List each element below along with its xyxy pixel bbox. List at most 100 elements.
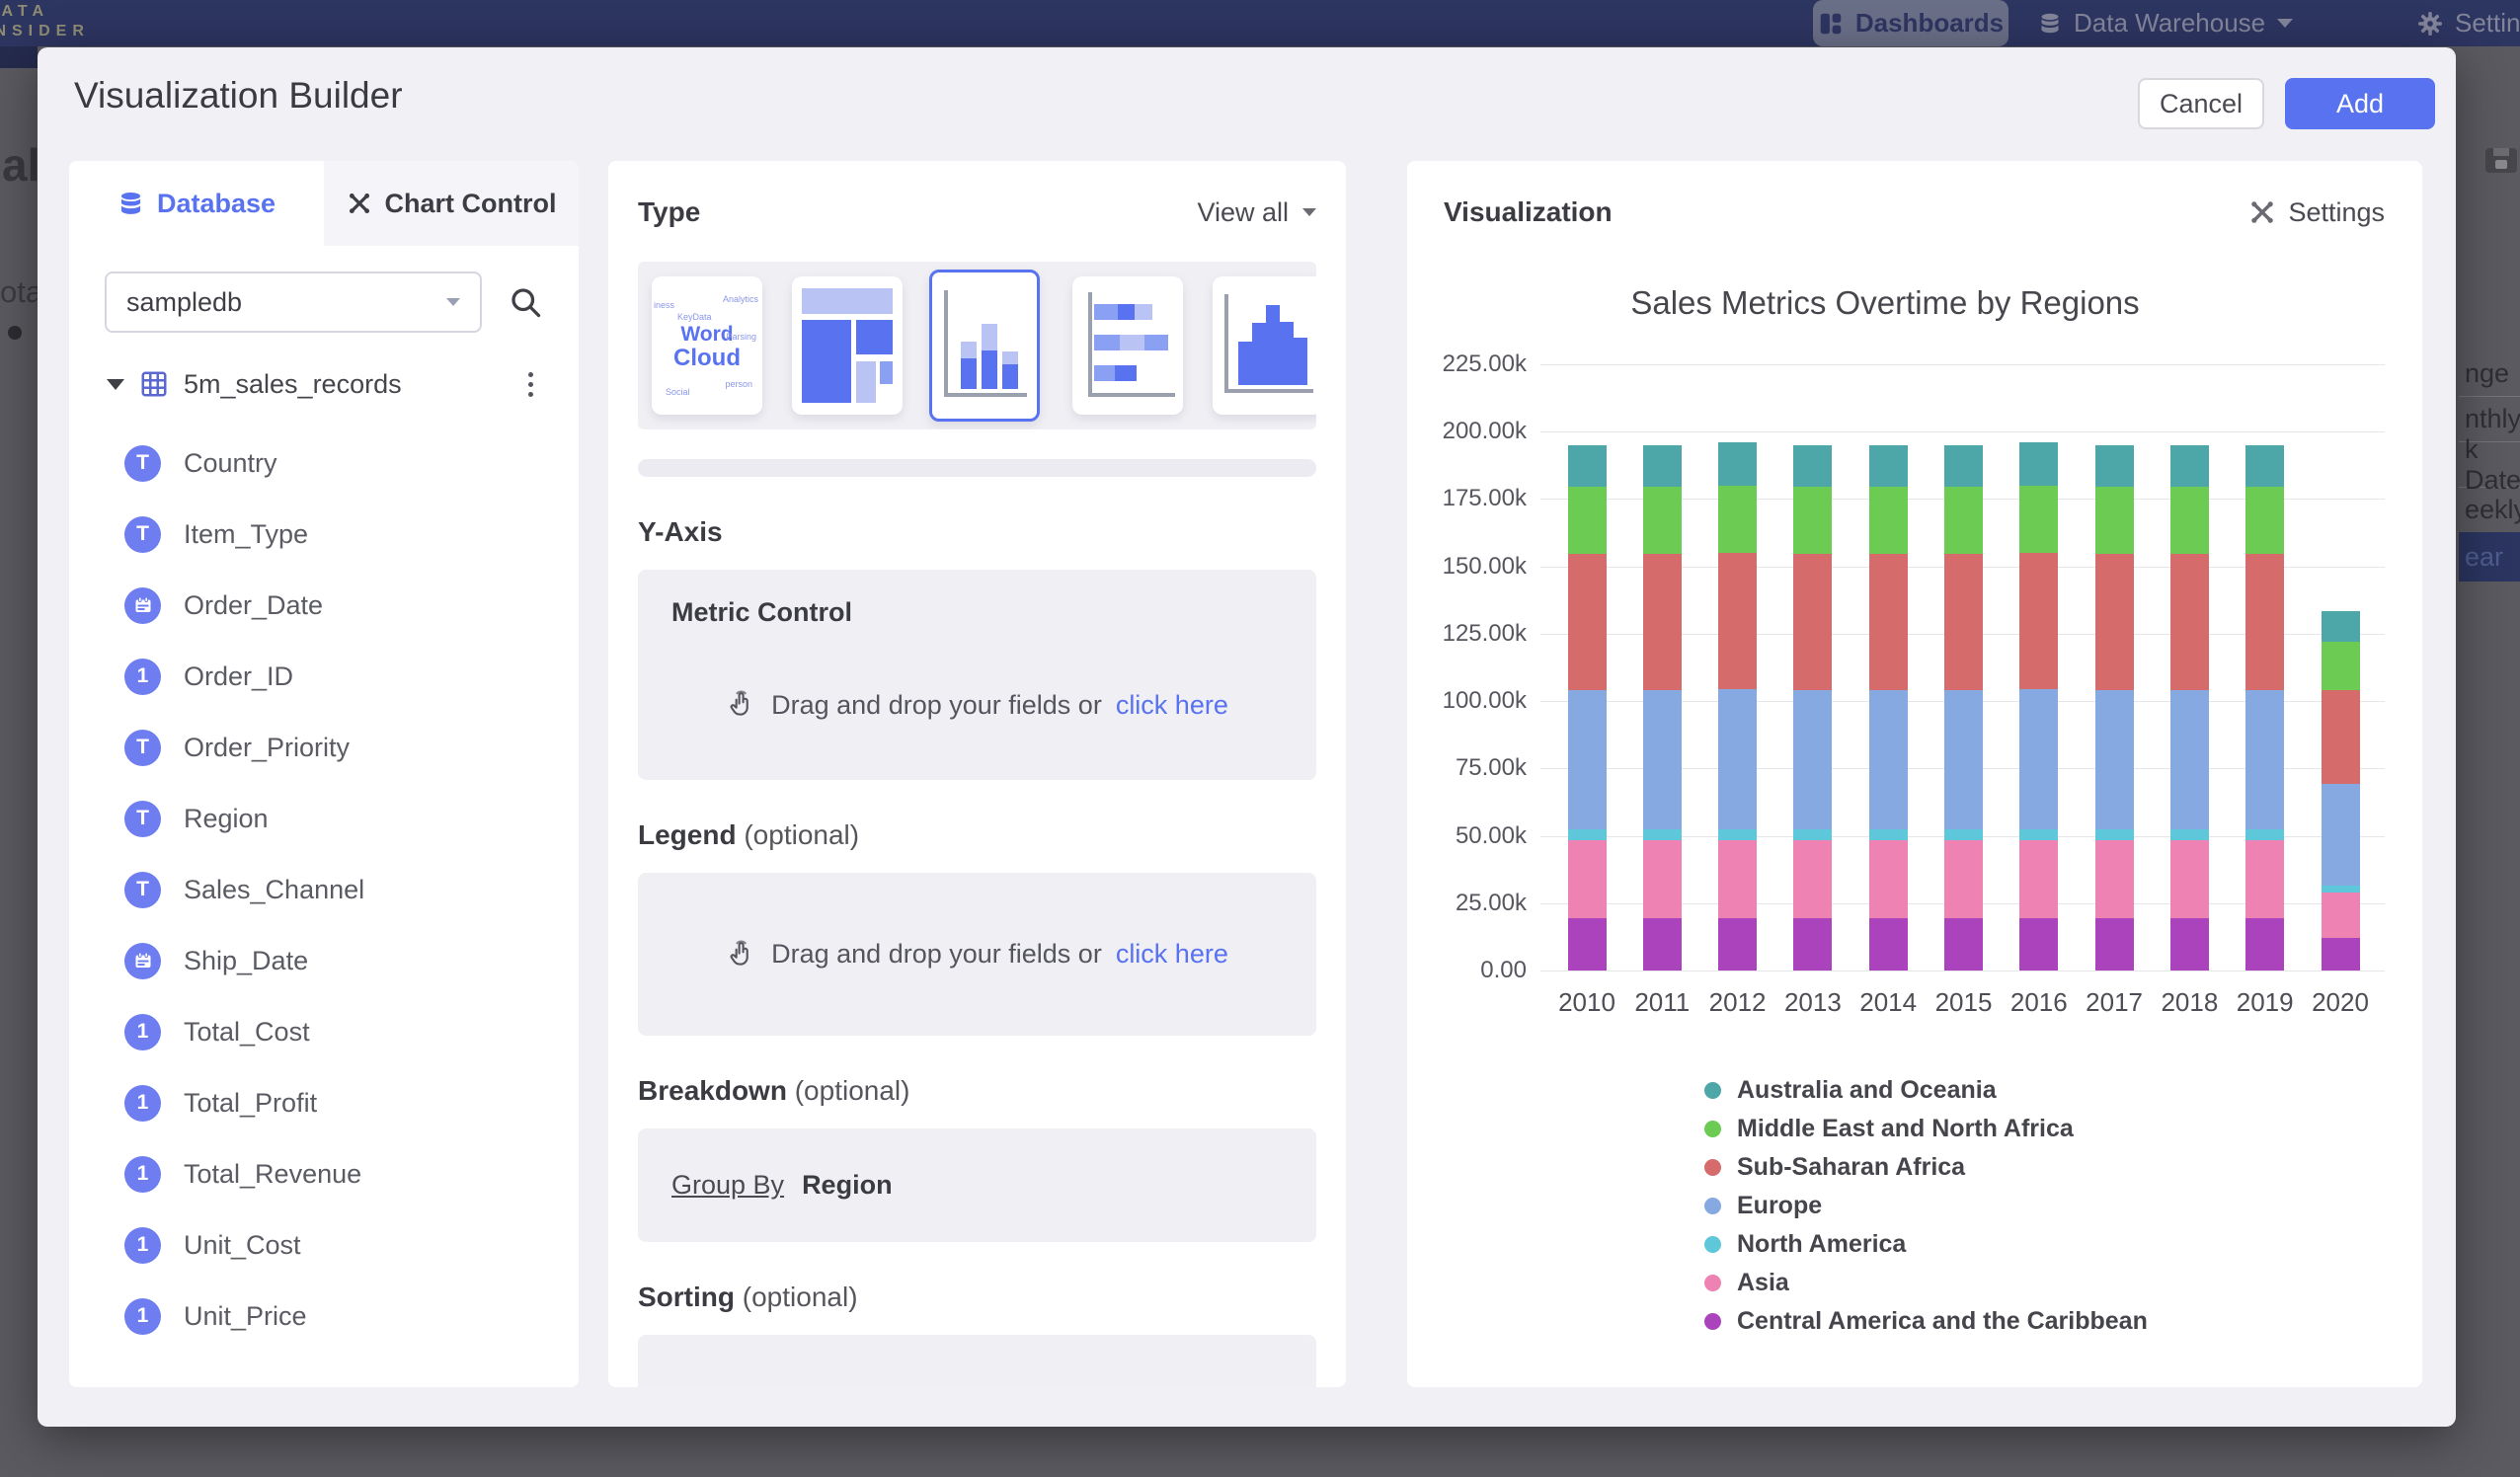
y-axis-tick-label: 0.00 — [1408, 957, 1527, 984]
add-button[interactable]: Add — [2285, 78, 2435, 129]
metric-control-title: Metric Control — [671, 597, 1283, 628]
group-by-link[interactable]: Group By — [671, 1170, 784, 1201]
field-item-total_profit[interactable]: 1Total_Profit — [69, 1067, 579, 1138]
type-strip-scrollbar[interactable] — [638, 459, 1316, 477]
kebab-menu-icon[interactable] — [520, 368, 541, 401]
nav-data-warehouse[interactable]: Data Warehouse — [2038, 0, 2293, 46]
breakdown-dropzone[interactable]: Group By Region — [638, 1128, 1316, 1242]
field-item-order_date[interactable]: Order_Date — [69, 570, 579, 641]
bar-segment — [2322, 611, 2360, 642]
bar-segment — [1944, 487, 1983, 554]
bar-segment — [1643, 690, 1682, 829]
legend-item[interactable]: Middle East and North Africa — [1704, 1110, 2148, 1148]
view-all-dropdown[interactable]: View all — [1197, 197, 1316, 228]
bar-segment — [2019, 689, 2058, 829]
bar-segment — [2095, 918, 2134, 971]
tab-database[interactable]: Database — [69, 161, 324, 246]
legend-item[interactable]: North America — [1704, 1225, 2148, 1264]
legend-item[interactable]: Sub-Saharan Africa — [1704, 1148, 2148, 1187]
bar-segment — [2322, 893, 2360, 938]
search-icon[interactable] — [508, 284, 543, 320]
legend-dot — [1704, 1121, 1721, 1137]
field-item-total_revenue[interactable]: 1Total_Revenue — [69, 1138, 579, 1209]
sorting-dropzone[interactable]: Data Range Ascending — [638, 1335, 1316, 1387]
field-item-total_cost[interactable]: 1Total_Cost — [69, 996, 579, 1067]
chart-type-stacked-column-selected[interactable] — [929, 270, 1040, 422]
field-item-order_id[interactable]: 1Order_ID — [69, 641, 579, 712]
legend-item[interactable]: Australia and Oceania — [1704, 1071, 2148, 1110]
bar-segment — [2245, 445, 2284, 487]
bar-segment — [1718, 829, 1757, 840]
metric-control-dropzone[interactable]: Metric Control Drag and drop your fields… — [638, 570, 1316, 780]
visualization-builder-modal: Visualization Builder Cancel Add Databas… — [38, 47, 2456, 1427]
cancel-button[interactable]: Cancel — [2138, 78, 2264, 129]
nav-settings-label: Settings — [2455, 8, 2520, 39]
chart-type-treemap[interactable] — [792, 276, 903, 415]
caret-down-icon[interactable] — [107, 379, 124, 390]
legend-label: Europe — [1737, 1192, 1822, 1220]
y-axis-tick-label: 75.00k — [1408, 754, 1527, 782]
bar-segment — [1718, 840, 1757, 918]
chart-type-column[interactable] — [1213, 276, 1316, 415]
chart-type-word-cloud[interactable]: iness Analytics KeyData Word Cloud Parsi… — [652, 276, 762, 415]
bar-segment — [1793, 554, 1832, 690]
table-tree-item[interactable]: 5m_sales_records — [69, 364, 579, 404]
dimmed-menu-item[interactable]: ear — [2459, 532, 2520, 582]
database-icon — [118, 191, 144, 217]
field-item-region[interactable]: TRegion — [69, 783, 579, 854]
logo-line-1: DATA — [0, 2, 90, 22]
bar-segment — [2019, 840, 2058, 918]
field-item-country[interactable]: TCountry — [69, 428, 579, 499]
app-logo[interactable]: DATA INSIDER — [0, 2, 90, 41]
dimmed-page-heading: al — [2, 138, 39, 192]
left-panel-tabs: Database Chart Control — [69, 161, 579, 246]
visualization-heading: Visualization — [1444, 196, 1613, 228]
database-select[interactable]: sampledb — [105, 272, 482, 333]
field-item-item_type[interactable]: TItem_Type — [69, 499, 579, 570]
drag-drop-text: Drag and drop your fields or — [771, 690, 1102, 721]
dimmed-page-subheading: ota — [0, 274, 42, 310]
click-here-link[interactable]: click here — [1116, 939, 1228, 970]
save-icon[interactable] — [2485, 148, 2517, 173]
tab-chart-control[interactable]: Chart Control — [324, 161, 579, 246]
click-here-link[interactable]: click here — [1116, 690, 1228, 721]
drag-drop-text: Drag and drop your fields or — [771, 939, 1102, 970]
bar-segment — [1869, 445, 1908, 487]
legend-item[interactable]: Asia — [1704, 1264, 2148, 1302]
field-item-sales_channel[interactable]: TSales_Channel — [69, 854, 579, 925]
field-item-unit_cost[interactable]: 1Unit_Cost — [69, 1209, 579, 1281]
y-axis-tick-label: 50.00k — [1408, 822, 1527, 850]
legend-item[interactable]: Europe — [1704, 1187, 2148, 1225]
logo-line-2: INSIDER — [0, 22, 90, 41]
x-axis-tick-label: 2010 — [1558, 987, 1615, 1018]
bar-segment — [1568, 840, 1607, 918]
bar-segment — [1944, 840, 1983, 918]
bar-segment — [2245, 487, 2284, 554]
stacked-bar-2014 — [1869, 445, 1908, 971]
y-axis-tick-label: 125.00k — [1408, 620, 1527, 648]
bar-segment — [1643, 918, 1682, 971]
chevron-down-icon — [1302, 208, 1316, 216]
modal-title: Visualization Builder — [74, 75, 403, 117]
chart-settings-button[interactable]: Settings — [2248, 197, 2385, 228]
chart-config-panel: Type View all iness Analytics KeyData — [608, 161, 1346, 1387]
field-item-unit_price[interactable]: 1Unit_Price — [69, 1281, 579, 1352]
text-type-icon: T — [124, 445, 161, 482]
chart-type-horizontal-stacked-bar[interactable] — [1072, 276, 1183, 415]
legend-dropzone[interactable]: Drag and drop your fields or click here — [638, 873, 1316, 1036]
field-item-order_priority[interactable]: TOrder_Priority — [69, 712, 579, 783]
legend-heading-label: Legend — [638, 819, 737, 850]
dimmed-menu-item[interactable]: k Date — [2459, 441, 2520, 487]
gear-icon — [2417, 11, 2443, 37]
date-type-icon — [124, 943, 161, 979]
nav-dashboards[interactable]: Dashboards — [1813, 0, 2008, 46]
bar-segment — [2322, 784, 2360, 885]
hand-click-icon — [726, 939, 757, 971]
nav-settings[interactable]: Settings — [2417, 0, 2520, 46]
field-label: Order_ID — [184, 661, 293, 692]
legend-item[interactable]: Central America and the Caribbean — [1704, 1302, 2148, 1341]
y-axis-tick-label: 25.00k — [1408, 890, 1527, 917]
field-item-ship_date[interactable]: Ship_Date — [69, 925, 579, 996]
bar-segment — [1643, 445, 1682, 487]
dimmed-menu-item[interactable]: nge — [2459, 350, 2520, 396]
